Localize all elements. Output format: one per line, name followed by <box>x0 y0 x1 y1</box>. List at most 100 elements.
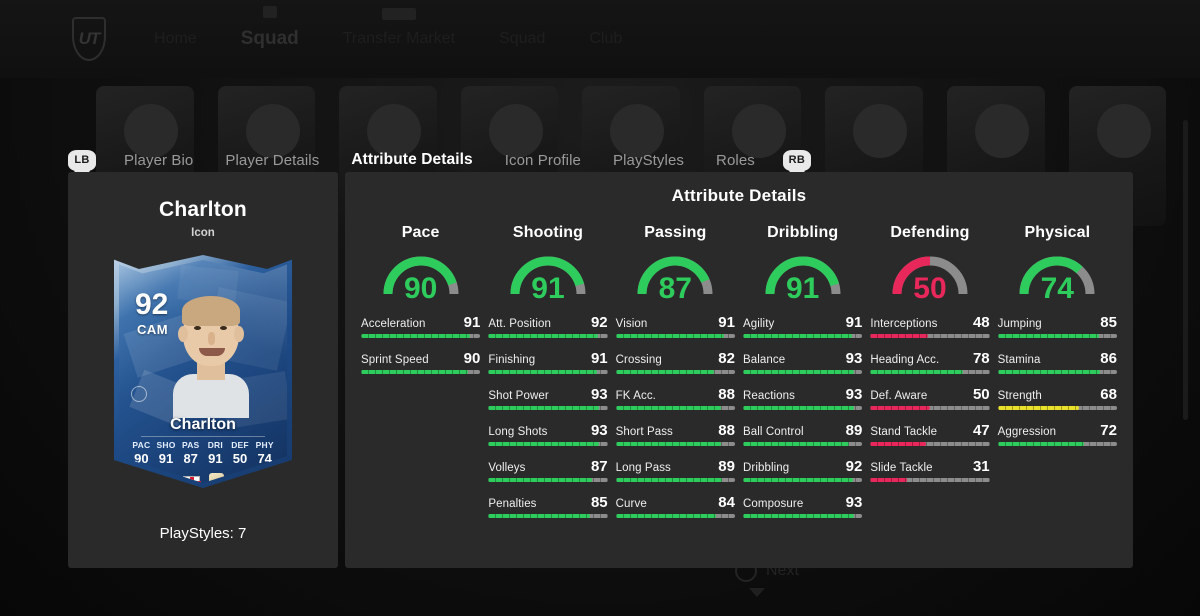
attribute-stat-name: Finishing <box>488 354 536 366</box>
attribute-stat-row: Interceptions 48 <box>870 314 990 338</box>
attribute-stat-row: Curve 84 <box>615 494 735 518</box>
attribute-column-dribbling: Dribbling 91 Agility 91 Balance 93 Reactions 93… <box>739 224 866 530</box>
attribute-stat-value: 31 <box>972 458 990 475</box>
attribute-stat-value: 88 <box>718 422 735 439</box>
attribute-gauge-shooting: 91 <box>506 250 590 304</box>
card-stat-phy: PHY 74 <box>252 440 277 466</box>
attribute-column-title: Dribbling <box>767 224 839 241</box>
card-stat-key: PHY <box>255 440 274 450</box>
attribute-stat-name: Jumping <box>997 318 1042 330</box>
attribute-stat-value: 50 <box>972 386 990 403</box>
attribute-column-title: Pace <box>401 224 440 241</box>
attribute-stat-row: Short Pass 88 <box>615 422 735 446</box>
tab-icon-profile[interactable]: Icon Profile <box>489 152 597 169</box>
attribute-stat-bar-ticks <box>742 406 863 410</box>
attribute-stat-bar <box>997 334 1117 338</box>
attribute-stat-row: Sprint Speed 90 <box>361 350 481 374</box>
club-crest-icon <box>208 473 224 483</box>
attribute-columns: Pace 90 Acceleration 91 Sprint Speed 90 Shooti… <box>345 224 1133 530</box>
attribute-stat-row: FK Acc. 88 <box>615 386 735 410</box>
tab-player-details[interactable]: Player Details <box>209 152 335 169</box>
attribute-stat-value: 92 <box>845 458 863 475</box>
tab-playstyles[interactable]: PlayStyles <box>597 152 700 169</box>
attribute-stat-row: Composure 93 <box>742 494 863 518</box>
card-stat-value: 90 <box>134 451 149 466</box>
attribute-stat-value: 88 <box>718 386 735 403</box>
attribute-stat-row: Balance 93 <box>742 350 863 374</box>
attribute-stat-row: Jumping 85 <box>997 314 1117 338</box>
attribute-stat-row: Def. Aware 50 <box>870 386 990 410</box>
attribute-stat-name: Volleys <box>488 462 526 474</box>
attribute-gauge-value: 74 <box>1040 272 1074 305</box>
attribute-stat-value: 93 <box>590 386 608 403</box>
attribute-stat-bar-ticks <box>488 442 608 446</box>
attribute-stat-bar <box>870 442 990 446</box>
attribute-gauge-value: 87 <box>658 272 692 305</box>
tab-attribute-details[interactable]: Attribute Details <box>335 151 488 169</box>
attribute-stat-bar-ticks <box>742 478 863 482</box>
attribute-stat-value: 93 <box>845 350 863 367</box>
attribute-stat-value: 89 <box>845 422 863 439</box>
attribute-stat-bar <box>997 370 1117 374</box>
card-stat-value: 87 <box>183 451 198 466</box>
attribute-stat-bar <box>488 478 608 482</box>
attribute-stat-bar-ticks <box>997 442 1117 446</box>
attribute-stat-row: Penalties 85 <box>488 494 608 518</box>
attribute-stat-bar-ticks <box>615 334 735 338</box>
card-stat-key: SHO <box>156 440 176 450</box>
left-bumper-badge[interactable]: LB <box>68 149 96 171</box>
attribute-stat-bar-ticks <box>870 334 990 338</box>
attribute-stat-row: Agility 91 <box>742 314 863 338</box>
attribute-stat-bar-ticks <box>361 334 481 338</box>
attribute-stat-bar <box>870 334 990 338</box>
attribute-stat-row: Strength 68 <box>997 386 1117 410</box>
attribute-stat-bar <box>488 334 608 338</box>
attribute-details-overlay: LB Player Bio Player Details Attribute Det… <box>0 0 1200 616</box>
attribute-stat-bar <box>870 406 990 410</box>
attribute-stat-list: Acceleration 91 Sprint Speed 90 <box>357 314 484 386</box>
attribute-column-title: Shooting <box>512 224 584 241</box>
attribute-stat-row: Volleys 87 <box>488 458 608 482</box>
attribute-stat-row: Stamina 86 <box>997 350 1117 374</box>
attribute-stat-row: Aggression 72 <box>997 422 1117 446</box>
attribute-stat-name: Long Shots <box>488 426 548 438</box>
attribute-stat-name: Stand Tackle <box>870 426 938 438</box>
attribute-stat-bar <box>488 442 608 446</box>
attribute-stat-name: Crossing <box>615 354 662 366</box>
attribute-stat-value: 91 <box>463 314 481 331</box>
playstyles-count: PlayStyles: 7 <box>159 525 247 542</box>
attribute-stat-name: Heading Acc. <box>870 354 940 366</box>
card-divider <box>141 436 265 437</box>
attribute-stat-bar-ticks <box>488 514 608 518</box>
card-stat-row: PAC 90 SHO 91 PAS 87 DRI 91 DEF 50 PHY 74 <box>129 440 277 466</box>
card-stat-key: PAS <box>181 440 200 450</box>
attribute-stat-bar <box>742 370 863 374</box>
tab-player-bio[interactable]: Player Bio <box>108 152 209 169</box>
card-stat-value: 50 <box>232 451 248 466</box>
card-position: CAM <box>137 322 169 337</box>
player-card[interactable]: 92 CAM Charlton PAC 90 SHO 91 PAS 87 DRI 91 DEF 5… <box>114 255 292 488</box>
attribute-stat-bar-ticks <box>488 370 608 374</box>
attribute-stat-name: Shot Power <box>488 390 549 402</box>
attribute-gauge-dribbling: 91 <box>761 250 845 304</box>
page-title: Attribute Details <box>671 186 807 205</box>
attribute-stat-name: Vision <box>615 318 648 330</box>
attribute-column-physical: Physical 74 Jumping 85 Stamina 86 Strength 68 Ag… <box>994 224 1121 530</box>
card-stat-value: 91 <box>158 451 174 466</box>
attribute-stat-row: Acceleration 91 <box>361 314 481 338</box>
attribute-stat-bar-ticks <box>615 514 735 518</box>
attribute-stat-value: 91 <box>590 350 608 367</box>
attribute-stat-bar <box>615 334 735 338</box>
attribute-stat-value: 91 <box>845 314 863 331</box>
attribute-stat-name: Stamina <box>997 354 1041 366</box>
right-bumper-badge[interactable]: RB <box>782 149 811 171</box>
player-card-inner: 92 CAM Charlton PAC 90 SHO 91 PAS 87 DRI 91 DEF 5… <box>119 260 287 483</box>
tab-roles[interactable]: Roles <box>700 152 771 169</box>
player-name: Charlton <box>159 198 247 221</box>
card-stat-key: DRI <box>207 440 223 450</box>
attribute-gauge-pace: 90 <box>379 250 463 304</box>
attribute-stat-bar-ticks <box>615 442 735 446</box>
attribute-stat-bar-ticks <box>870 406 990 410</box>
attribute-stat-bar <box>742 406 863 410</box>
attribute-stat-row: Shot Power 93 <box>488 386 608 410</box>
